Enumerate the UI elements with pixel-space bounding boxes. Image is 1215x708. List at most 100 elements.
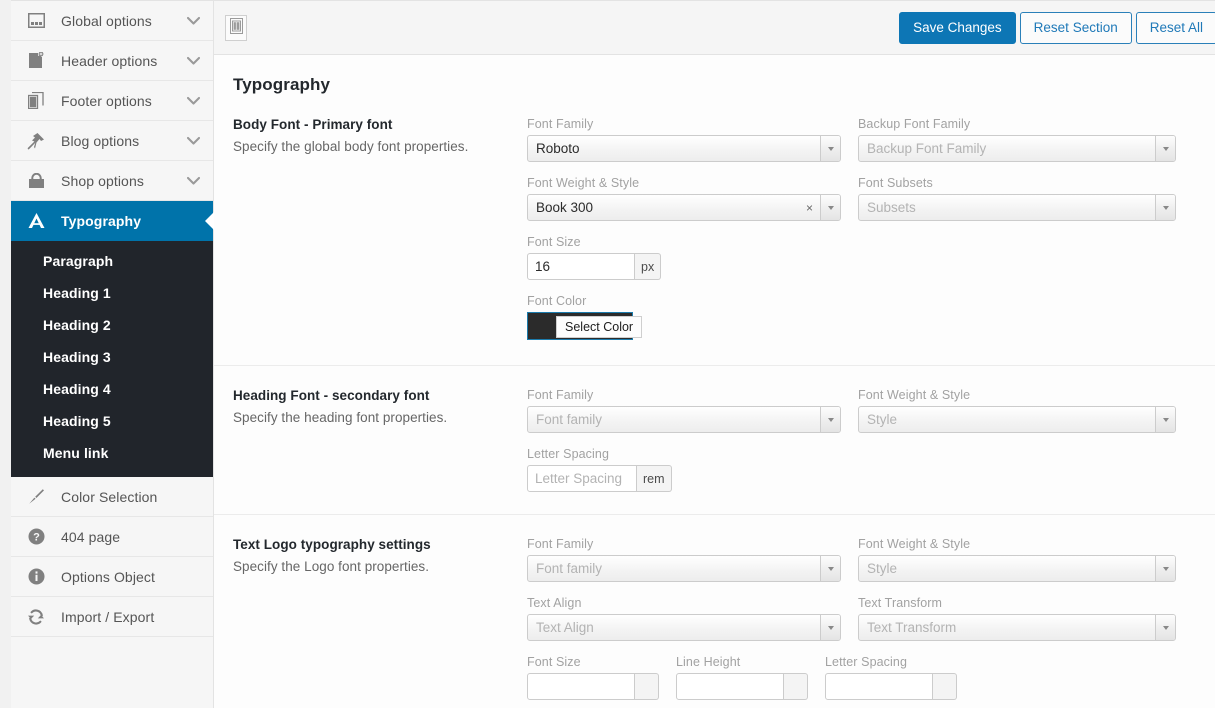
font-size-input[interactable] [527, 673, 635, 700]
field-font-family: Font Family Font family [527, 537, 841, 582]
chevron-down-icon [186, 53, 201, 68]
font-family-select[interactable]: Roboto [527, 135, 841, 162]
field-font-subsets: Font Subsets Subsets [858, 176, 1176, 221]
field-font-weight-style: Font Weight & Style Style [858, 537, 1176, 582]
font-size-control: px [527, 253, 662, 280]
chevron-down-icon [1155, 615, 1175, 640]
save-changes-button[interactable]: Save Changes [899, 11, 1016, 44]
section-fields-column: Font Family Font family Font Weight & St… [527, 536, 1215, 700]
chevron-down-icon [820, 615, 840, 640]
letter-spacing-input[interactable] [527, 465, 637, 492]
clear-icon[interactable]: × [803, 202, 820, 214]
sidebar-item-shop-options[interactable]: Shop options [11, 161, 213, 201]
field-text-align: Text Align Text Align [527, 596, 841, 641]
field-backup-font-family: Backup Font Family Backup Font Family [858, 117, 1176, 162]
line-height-input[interactable] [676, 673, 784, 700]
text-transform-select[interactable]: Text Transform [858, 614, 1176, 641]
sidebar-item-label: Header options [61, 52, 158, 69]
svg-text:?: ? [33, 532, 40, 544]
chevron-down-icon [1155, 556, 1175, 581]
sidebar-item-options-object[interactable]: Options Object [11, 557, 213, 597]
field-row: Font Size px [527, 235, 1215, 280]
letter-spacing-input[interactable] [825, 673, 933, 700]
field-label: Font Size [527, 655, 581, 669]
submenu-item-heading-5[interactable]: Heading 5 [11, 405, 213, 437]
text-transform-placeholder: Text Transform [867, 620, 957, 635]
section-text-logo: Text Logo typography settings Specify th… [214, 515, 1215, 708]
font-weight-select[interactable]: Style [858, 406, 1176, 433]
sidebar-item-import-export[interactable]: Import / Export [11, 597, 213, 637]
sidebar-item-footer-options[interactable]: Footer options [11, 81, 213, 121]
options-sidebar: Global options Header options Footer opt… [11, 0, 214, 708]
font-subsets-select[interactable]: Subsets [858, 194, 1176, 221]
submenu-item-label: Heading 4 [43, 381, 111, 397]
submenu-item-label: Heading 5 [43, 413, 111, 429]
sidebar-item-typography[interactable]: Typography [11, 201, 213, 241]
submenu-item-label: Paragraph [43, 253, 114, 269]
text-align-select[interactable]: Text Align [527, 614, 841, 641]
field-label: Font Size [527, 235, 581, 249]
chevron-down-icon [1155, 407, 1175, 432]
line-height-control [676, 673, 808, 700]
field-label: Font Weight & Style [527, 176, 640, 190]
sidebar-item-global-options[interactable]: Global options [11, 1, 213, 41]
font-family-placeholder: Font family [536, 412, 603, 427]
sidebar-item-404-page[interactable]: ? 404 page [11, 517, 213, 557]
field-row: Font Family Font family Font Weight & St… [527, 537, 1215, 582]
font-weight-value: Book 300 [536, 200, 594, 215]
field-row: Font Family Roboto Backup Font Family Ba… [527, 117, 1215, 162]
font-subsets-placeholder: Subsets [867, 200, 916, 215]
font-weight-placeholder: Style [867, 412, 898, 427]
line-height-unit [784, 673, 808, 700]
font-family-select[interactable]: Font family [527, 555, 841, 582]
options-panel: Global options Header options Footer opt… [0, 0, 1215, 708]
font-weight-select[interactable]: Style [858, 555, 1176, 582]
sidebar-item-blog-options[interactable]: Blog options [11, 121, 213, 161]
letter-spacing-control [825, 673, 957, 700]
field-label: Font Family [527, 117, 594, 131]
font-size-input[interactable] [527, 253, 635, 280]
reset-section-button[interactable]: Reset Section [1019, 11, 1132, 44]
field-text-transform: Text Transform Text Transform [858, 596, 1176, 641]
field-line-height: Line Height [676, 655, 808, 700]
expand-panel-button[interactable] [225, 14, 247, 41]
section-description-column: Body Font - Primary font Specify the glo… [233, 116, 527, 343]
expand-panel-icon [229, 18, 243, 37]
submenu-item-heading-4[interactable]: Heading 4 [11, 373, 213, 405]
field-letter-spacing: Letter Spacing [825, 655, 957, 700]
submenu-item-heading-1[interactable]: Heading 1 [11, 277, 213, 309]
submenu-item-heading-3[interactable]: Heading 3 [11, 341, 213, 373]
sidebar-item-label: Import / Export [61, 608, 155, 625]
font-weight-select[interactable]: Book 300 × [527, 194, 841, 221]
refresh-icon [25, 607, 47, 627]
submenu-item-menu-link[interactable]: Menu link [11, 437, 213, 469]
field-row: Font Weight & Style Book 300 × Font Subs… [527, 176, 1215, 221]
field-label: Font Subsets [858, 176, 933, 190]
field-font-color: Font Color Select Color [527, 294, 643, 343]
font-family-value: Roboto [536, 141, 580, 156]
field-font-size: Font Size px [527, 235, 662, 280]
left-gutter [0, 0, 11, 708]
section-heading-font: Heading Font - secondary font Specify th… [214, 366, 1215, 515]
submenu-item-paragraph[interactable]: Paragraph [11, 245, 213, 277]
sidebar-item-header-options[interactable]: Header options [11, 41, 213, 81]
font-family-select[interactable]: Font family [527, 406, 841, 433]
letter-spacing-unit: rem [637, 465, 672, 492]
field-label: Text Transform [858, 596, 943, 610]
sidebar-item-color-selection[interactable]: Color Selection [11, 477, 213, 517]
submenu-item-heading-2[interactable]: Heading 2 [11, 309, 213, 341]
section-subtitle: Specify the global body font properties. [233, 139, 469, 154]
options-content: Save Changes Reset Section Reset All Typ… [214, 0, 1215, 708]
reset-all-button[interactable]: Reset All [1135, 11, 1215, 44]
field-letter-spacing: Letter Spacing rem [527, 447, 672, 492]
field-label: Font Weight & Style [858, 388, 971, 402]
field-label: Line Height [676, 655, 741, 669]
font-size-unit: px [635, 253, 662, 280]
select-color-button[interactable]: Select Color [556, 316, 643, 338]
letter-spacing-unit [933, 673, 957, 700]
letter-spacing-control: rem [527, 465, 672, 492]
section-fields-column: Font Family Font family Font Weight & St… [527, 387, 1215, 492]
backup-font-family-select[interactable]: Backup Font Family [858, 135, 1176, 162]
font-color-picker[interactable]: Select Color [527, 312, 643, 340]
field-font-family: Font Family Roboto [527, 117, 841, 162]
